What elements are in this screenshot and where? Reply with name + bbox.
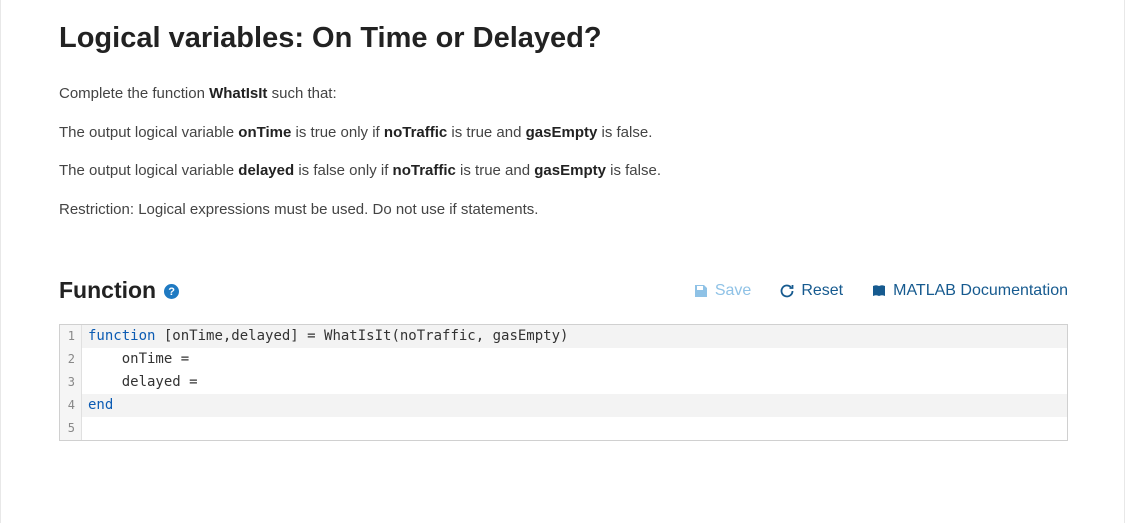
text: such that:: [267, 85, 336, 102]
code-line[interactable]: 4 end: [60, 394, 1067, 417]
code-line[interactable]: 1 function [onTime,delayed] = WhatIsIt(n…: [60, 325, 1067, 348]
doc-label: MATLAB Documentation: [893, 282, 1068, 300]
intro-paragraph-1: Complete the function WhatIsIt such that…: [59, 83, 1068, 106]
code-text: [onTime,delayed] = WhatIsIt(noTraffic, g…: [155, 328, 568, 344]
text-bold: delayed: [238, 162, 294, 179]
code-editor[interactable]: 1 function [onTime,delayed] = WhatIsIt(n…: [59, 324, 1068, 441]
line-number: 3: [60, 371, 82, 394]
action-bar: Save Reset MATLAB Documentation: [693, 282, 1068, 300]
text-bold: gasEmpty: [526, 124, 598, 141]
code-line[interactable]: 2 onTime =: [60, 348, 1067, 371]
line-number: 4: [60, 394, 82, 417]
text: is false only if: [294, 162, 392, 179]
save-icon: [693, 283, 709, 299]
save-label: Save: [715, 282, 751, 300]
code-text: onTime =: [88, 351, 198, 367]
book-icon: [871, 283, 887, 299]
intro-paragraph-3: The output logical variable delayed is f…: [59, 160, 1068, 183]
code-line[interactable]: 5: [60, 417, 1067, 440]
code-line[interactable]: 3 delayed =: [60, 371, 1067, 394]
code-text: delayed =: [88, 374, 206, 390]
line-number: 5: [60, 417, 82, 440]
text: is false.: [597, 124, 652, 141]
reset-icon: [779, 283, 795, 299]
text-bold: WhatIsIt: [209, 85, 267, 102]
help-icon[interactable]: ?: [164, 284, 179, 299]
reset-label: Reset: [801, 282, 843, 300]
text-bold: noTraffic: [384, 124, 447, 141]
text: The output logical variable: [59, 124, 238, 141]
content-panel: Logical variables: On Time or Delayed? C…: [1, 0, 1124, 461]
intro-paragraph-4: Restriction: Logical expressions must be…: [59, 199, 1068, 222]
text-bold: onTime: [238, 124, 291, 141]
code-keyword: end: [88, 397, 113, 413]
matlab-documentation-link[interactable]: MATLAB Documentation: [871, 282, 1068, 300]
text-bold: gasEmpty: [534, 162, 606, 179]
section-title-wrap: Function ?: [59, 277, 179, 304]
text: is true and: [447, 124, 525, 141]
reset-button[interactable]: Reset: [779, 282, 843, 300]
function-section-header: Function ? Save Reset MATLAB Documenta: [59, 277, 1068, 304]
intro-paragraph-2: The output logical variable onTime is tr…: [59, 122, 1068, 145]
text: is true and: [456, 162, 534, 179]
section-title: Function: [59, 277, 156, 304]
save-button[interactable]: Save: [693, 282, 751, 300]
text: Complete the function: [59, 85, 209, 102]
text-bold: noTraffic: [393, 162, 456, 179]
page-title: Logical variables: On Time or Delayed?: [59, 22, 1068, 55]
line-number: 1: [60, 325, 82, 348]
code-keyword: function: [88, 328, 155, 344]
text: The output logical variable: [59, 162, 238, 179]
text: is true only if: [291, 124, 384, 141]
line-number: 2: [60, 348, 82, 371]
text: is false.: [606, 162, 661, 179]
